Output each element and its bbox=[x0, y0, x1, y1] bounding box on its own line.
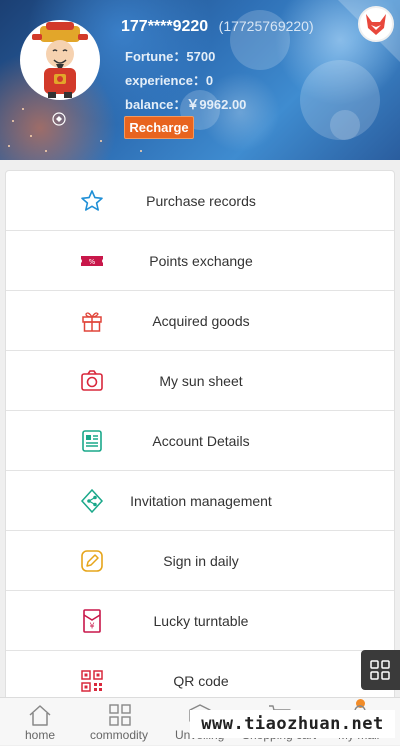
username: 177****9220 (17725769220) bbox=[121, 18, 314, 36]
menu-item-purchase-records[interactable]: Purchase records bbox=[6, 171, 394, 231]
watermark: www.tiaozhuan.net bbox=[190, 710, 395, 738]
menu-item-sign-in-daily[interactable]: Sign in daily bbox=[6, 531, 394, 591]
menu-label: Acquired goods bbox=[152, 313, 250, 329]
fortune-text: Fortune：5700 bbox=[125, 49, 216, 64]
username-text: 177****9220 bbox=[121, 18, 209, 35]
tab-commodity[interactable]: commodity bbox=[80, 698, 160, 746]
avatar[interactable] bbox=[20, 20, 100, 100]
menu-label: Lucky turntable bbox=[153, 613, 249, 629]
user-phone: (17725769220) bbox=[218, 18, 314, 34]
badge-icon bbox=[52, 112, 66, 126]
menu-label: Purchase records bbox=[146, 193, 256, 209]
menu-label: Account Details bbox=[152, 433, 250, 449]
balance-text: balance：￥9962.00 bbox=[125, 97, 247, 112]
tab-home[interactable]: home bbox=[0, 698, 80, 746]
menu-item-lucky-turntable[interactable]: ¥ Lucky turntable bbox=[6, 591, 394, 651]
menu-item-my-sun-sheet[interactable]: My sun sheet bbox=[6, 351, 394, 411]
grid-icon bbox=[109, 704, 131, 726]
experience-text: experience：0 bbox=[125, 73, 214, 88]
account-menu: Purchase records % Points exchange Acqui… bbox=[5, 170, 395, 710]
grid-icon bbox=[370, 660, 390, 680]
menu-label: Sign in daily bbox=[163, 553, 239, 569]
profile-header: 177****9220 (17725769220) Fortune：5700 e… bbox=[0, 0, 400, 160]
recharge-button[interactable]: Recharge bbox=[124, 116, 194, 139]
menu-item-invitation-management[interactable]: Invitation management bbox=[6, 471, 394, 531]
menu-item-points-exchange[interactable]: % Points exchange bbox=[6, 231, 394, 291]
menu-label: My sun sheet bbox=[159, 373, 243, 389]
tab-label: commodity bbox=[90, 728, 149, 742]
menu-item-acquired-goods[interactable]: Acquired goods bbox=[6, 291, 394, 351]
fox-logo-icon bbox=[358, 6, 394, 42]
floating-menu-button[interactable] bbox=[361, 650, 400, 690]
tab-label: home bbox=[25, 728, 56, 742]
home-icon bbox=[29, 705, 51, 726]
menu-label: Invitation management bbox=[130, 493, 272, 509]
menu-label: Points exchange bbox=[149, 253, 253, 269]
menu-item-account-details[interactable]: Account Details bbox=[6, 411, 394, 471]
